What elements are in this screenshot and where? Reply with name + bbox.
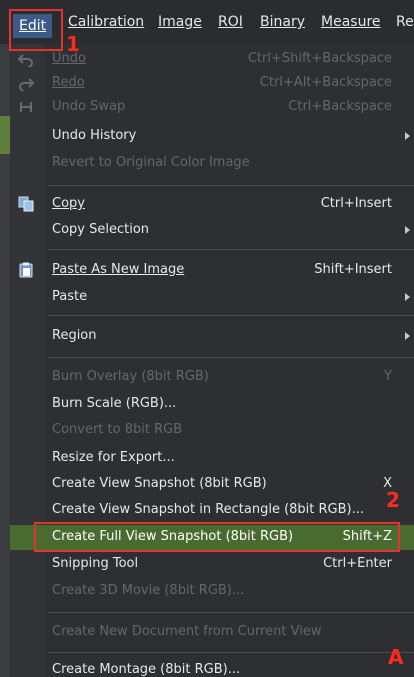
menu-item-paste-new-image[interactable]: Paste As New Image Shift+Insert	[10, 259, 414, 281]
copy-icon	[18, 196, 34, 212]
menu-item-copy-shortcut: Ctrl+Insert	[320, 196, 392, 211]
menu-item-montage-label: Create Montage (8bit RGB)...	[52, 662, 241, 677]
menu-binary[interactable]: Binary	[260, 11, 305, 33]
undo-icon	[18, 54, 33, 67]
menu-item-burn-overlay-shortcut: Y	[384, 369, 392, 384]
menu-item-redo-label: Redo	[52, 75, 85, 90]
annotation-step-1: 1	[66, 32, 80, 56]
menu-item-snipping-tool-shortcut: Ctrl+Enter	[323, 556, 392, 571]
menu-item-undo-swap-label: Undo Swap	[52, 99, 126, 114]
menu-overflow-label: Re	[396, 14, 414, 30]
menu-item-burn-scale-label: Burn Scale (RGB)...	[52, 396, 177, 411]
menu-item-undo-swap[interactable]: Undo Swap Ctrl+Backspace	[10, 96, 414, 118]
menu-item-new-document[interactable]: Create New Document from Current View	[10, 621, 414, 643]
menu-item-copy-selection[interactable]: Copy Selection	[10, 219, 414, 241]
menu-separator	[48, 315, 414, 316]
menu-calibration[interactable]: Calibration	[68, 11, 144, 33]
menu-separator	[48, 357, 414, 358]
edit-menu-dropdown: Undo Ctrl+Shift+Backspace Redo Ctrl+Alt+…	[10, 44, 414, 677]
menu-item-convert-label: Convert to 8bit RGB	[52, 422, 183, 437]
menu-item-undo-swap-shortcut: Ctrl+Backspace	[288, 99, 392, 114]
menu-item-copy[interactable]: Copy Ctrl+Insert	[10, 193, 414, 215]
menu-overflow[interactable]: Re	[396, 11, 414, 33]
menu-item-burn-overlay-label: Burn Overlay (8bit RGB)	[52, 369, 209, 384]
undo-swap-icon	[20, 102, 32, 112]
menu-item-snipping-tool[interactable]: Snipping Tool Ctrl+Enter	[10, 553, 414, 575]
annotation-step-2: 2	[386, 488, 400, 512]
menu-item-revert[interactable]: Revert to Original Color Image	[10, 152, 414, 174]
menu-item-redo[interactable]: Redo Ctrl+Alt+Backspace	[10, 72, 414, 94]
menu-separator	[48, 652, 414, 653]
menu-binary-label: Binary	[260, 14, 305, 30]
annotation-box-edit	[9, 9, 63, 51]
submenu-arrow-icon	[405, 132, 410, 140]
menu-item-region-label: Region	[52, 328, 97, 343]
menu-item-paste[interactable]: Paste	[10, 286, 414, 308]
menu-image[interactable]: Image	[158, 11, 202, 33]
annotation-box-full-view-snapshot	[34, 522, 400, 552]
menu-item-copy-label: Copy	[52, 196, 85, 211]
menu-item-3d-movie-label: Create 3D Movie (8bit RGB)...	[52, 583, 245, 598]
menu-roi-label: ROI	[218, 14, 243, 30]
menu-item-copy-selection-label: Copy Selection	[52, 222, 150, 237]
menu-separator	[48, 249, 414, 250]
submenu-arrow-icon	[405, 226, 410, 234]
menu-item-convert[interactable]: Convert to 8bit RGB	[10, 419, 414, 441]
menu-item-burn-overlay[interactable]: Burn Overlay (8bit RGB) Y	[10, 366, 414, 388]
menu-item-resize-export-label: Resize for Export...	[52, 450, 175, 465]
menu-calibration-label: Calibration	[68, 14, 145, 30]
menu-item-view-snapshot-rectangle[interactable]: Create View Snapshot in Rectangle (8bit …	[10, 499, 414, 521]
menu-item-resize-export[interactable]: Resize for Export...	[10, 447, 414, 469]
menu-item-paste-label: Paste	[52, 289, 88, 304]
menu-measure-label: Measure	[321, 14, 381, 30]
menu-item-view-snapshot[interactable]: Create View Snapshot (8bit RGB) X	[10, 473, 414, 495]
annotation-corner-label: A	[388, 645, 404, 669]
menu-item-montage[interactable]: Create Montage (8bit RGB)...	[10, 659, 414, 677]
menu-item-undo-history[interactable]: Undo History	[10, 125, 414, 147]
menu-item-revert-label: Revert to Original Color Image	[52, 155, 250, 170]
menu-item-undo-shortcut: Ctrl+Shift+Backspace	[247, 51, 392, 66]
submenu-arrow-icon	[405, 293, 410, 301]
menu-item-undo-history-label: Undo History	[52, 128, 137, 143]
menu-item-3d-movie[interactable]: Create 3D Movie (8bit RGB)...	[10, 580, 414, 602]
menu-separator	[48, 185, 414, 186]
menu-roi[interactable]: ROI	[218, 11, 243, 33]
app-window: Edit Calibration Image ROI Binary Measur…	[0, 0, 414, 677]
menu-item-view-snapshot-label: Create View Snapshot (8bit RGB)	[52, 476, 267, 491]
menu-item-snipping-tool-label: Snipping Tool	[52, 556, 139, 571]
menu-item-region[interactable]: Region	[10, 325, 414, 347]
submenu-arrow-icon	[405, 332, 410, 340]
menu-item-paste-new-image-shortcut: Shift+Insert	[314, 262, 392, 277]
menu-item-redo-shortcut: Ctrl+Alt+Backspace	[259, 75, 392, 90]
menu-item-new-document-label: Create New Document from Current View	[52, 624, 322, 639]
menu-item-paste-new-image-label: Paste As New Image	[52, 262, 185, 277]
menu-measure[interactable]: Measure	[321, 11, 381, 33]
menu-item-burn-scale[interactable]: Burn Scale (RGB)...	[10, 393, 414, 415]
paste-icon	[19, 262, 33, 278]
background-accent	[0, 116, 10, 154]
background-panel-edge	[0, 44, 10, 677]
menu-image-label: Image	[158, 14, 202, 30]
menu-item-view-snapshot-rectangle-label: Create View Snapshot in Rectangle (8bit …	[52, 502, 365, 517]
redo-icon	[19, 78, 34, 91]
menu-separator	[48, 612, 414, 613]
